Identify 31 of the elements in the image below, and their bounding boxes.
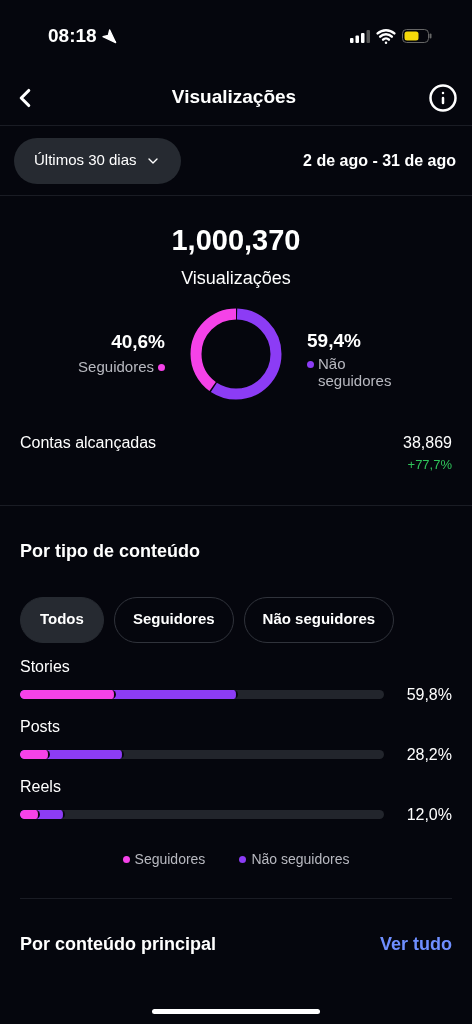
percentage: 12,0% [406,804,452,825]
section-title: Por tipo de conteúdo [20,539,201,563]
signal-icon [350,29,370,43]
info-icon [428,82,458,113]
reach-value: 38,869 [403,433,452,453]
follower-label: Seguidores [78,357,154,377]
follower-share: 40,6% [111,329,165,354]
content-type-label: Stories [20,656,71,677]
battery-icon [402,29,432,43]
total-views-label: Visualizações [181,269,291,287]
section-title: Por conteúdo principal [20,932,216,956]
period-dropdown[interactable]: Últimos 30 dias [14,137,181,184]
wifi-icon [376,26,396,46]
location-icon [100,28,117,44]
reach-label: Contas alcançadas [20,433,157,453]
filter-tab[interactable]: Todos [20,596,104,643]
status-time: 08:18 [48,23,97,48]
content-type-label: Reels [20,776,62,797]
legend-label: Não seguidores [251,849,350,869]
info-button[interactable] [428,82,458,113]
reach-change: +77,7% [407,456,452,474]
see-all-link[interactable]: Ver tudo [380,930,452,958]
date-range: 2 de ago - 31 de ago [303,150,456,171]
percentage: 59,8% [406,684,452,705]
non-follower-share: 59,4% [307,328,361,353]
total-views: 1,000,370 [171,226,301,255]
non-follower-label: Não seguidores [318,355,393,390]
percentage: 28,2% [406,744,452,765]
legend-label: Seguidores [134,849,206,869]
content-type-label: Posts [20,716,61,737]
page-title: Visualizações [171,85,297,110]
